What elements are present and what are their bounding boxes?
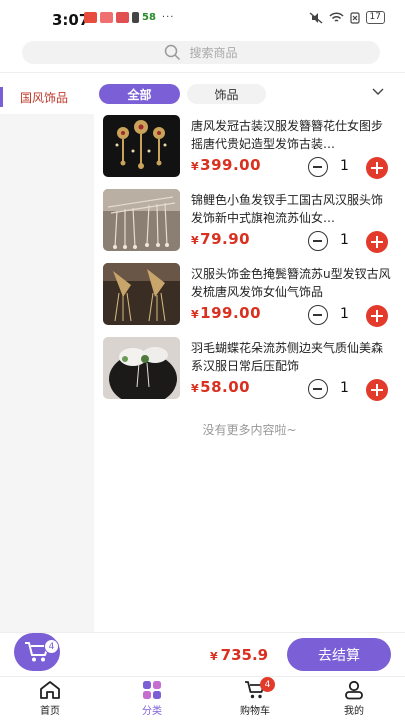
search-bar[interactable]: 搜索商品 (22, 41, 380, 64)
mute-icon (309, 11, 322, 24)
sidebar-item-label: 国风饰品 (20, 90, 69, 105)
tab-label: 首页 (40, 706, 60, 717)
product-title[interactable]: 汉服头饰金色掩鬓簪流苏u型发钗古风发梳唐风发饰女仙气饰品 (191, 265, 393, 301)
wifi-icon (329, 11, 344, 22)
cart-summary-bar: 4 ¥735.9 去结算 (0, 632, 405, 676)
profile-icon (345, 680, 363, 700)
bottom-tab-bar: 首页 分类 4 购物车 我的 (0, 676, 405, 720)
increase-quantity-button[interactable] (366, 157, 388, 179)
quantity-value: 1 (340, 158, 349, 174)
sidebar-item-guofeng[interactable]: 国风饰品 (0, 80, 94, 114)
divider (0, 72, 405, 73)
product-image[interactable] (103, 115, 180, 177)
price-value: 58.00 (200, 378, 251, 396)
product-price: ¥399.00 (191, 156, 261, 174)
product-image[interactable] (103, 189, 180, 251)
x-signal-icon (349, 11, 360, 24)
currency-symbol: ¥ (191, 382, 200, 395)
app-notification-icon (100, 12, 113, 23)
status-notification-icons: 58 ··· (84, 12, 174, 23)
cart-badge: 4 (260, 677, 275, 692)
search-icon (165, 44, 181, 61)
tab-label: 购物车 (240, 706, 270, 717)
tab-label: 我的 (344, 706, 364, 717)
product-title[interactable]: 羽毛蝴蝶花朵流苏侧边夹气质仙美森系汉服日常后压配饰 (191, 339, 393, 375)
currency-symbol: ¥ (210, 650, 218, 663)
category-sidebar: 国风饰品 (0, 80, 94, 632)
currency-symbol: ¥ (191, 234, 200, 247)
product-price: ¥199.00 (191, 304, 261, 322)
battery-indicator: 17 (365, 11, 385, 24)
search-placeholder: 搜索商品 (189, 46, 238, 60)
product-item[interactable]: 唐风发冠古装汉服发簪簪花仕女图步摇唐代贵妃造型发饰古装… ¥399.00 1 (94, 110, 405, 184)
filter-chip-all[interactable]: 全部 (99, 84, 180, 104)
quantity-value: 1 (340, 232, 349, 248)
increase-quantity-button[interactable] (366, 379, 388, 401)
home-icon (40, 681, 60, 699)
app-notification-icon (116, 12, 129, 23)
alert-icon (132, 12, 139, 23)
product-item[interactable]: 汉服头饰金色掩鬓簪流苏u型发钗古风发梳唐风发饰女仙气饰品 ¥199.00 1 (94, 258, 405, 332)
filter-chip-accessories[interactable]: 饰品 (187, 84, 266, 104)
decrease-quantity-button[interactable] (308, 231, 328, 251)
increase-quantity-button[interactable] (366, 231, 388, 253)
category-icon (143, 681, 161, 699)
tab-label: 分类 (142, 706, 162, 717)
chevron-down-icon[interactable] (372, 88, 384, 96)
tab-profile[interactable]: 我的 (324, 680, 384, 717)
app-notification-icon (84, 12, 97, 23)
product-title[interactable]: 锦鲤色小鱼发钗手工国古风汉服头饰发饰新中式旗袍流苏仙女… (191, 191, 393, 227)
status-system-icons: 17 (309, 11, 385, 24)
decrease-quantity-button[interactable] (308, 305, 328, 325)
checkout-button[interactable]: 去结算 (287, 638, 391, 671)
decrease-quantity-button[interactable] (308, 157, 328, 177)
product-item[interactable]: 羽毛蝴蝶花朵流苏侧边夹气质仙美森系汉服日常后压配饰 ¥58.00 1 (94, 332, 405, 406)
product-title[interactable]: 唐风发冠古装汉服发簪簪花仕女图步摇唐代贵妃造型发饰古装… (191, 117, 393, 153)
currency-symbol: ¥ (191, 308, 200, 321)
product-image[interactable] (103, 263, 180, 325)
decrease-quantity-button[interactable] (308, 379, 328, 399)
quantity-value: 1 (340, 306, 349, 322)
app-58-icon: 58 (142, 12, 156, 23)
no-more-content-text: 没有更多内容啦~ (202, 423, 297, 437)
product-item[interactable]: 锦鲤色小鱼发钗手工国古风汉服头饰发饰新中式旗袍流苏仙女… ¥79.90 1 (94, 184, 405, 258)
product-image[interactable] (103, 337, 180, 399)
product-price: ¥79.90 (191, 230, 250, 248)
increase-quantity-button[interactable] (366, 305, 388, 327)
active-indicator (0, 87, 3, 107)
tab-category[interactable]: 分类 (122, 680, 182, 717)
more-notifications-icon: ··· (161, 12, 175, 23)
tab-cart[interactable]: 4 购物车 (225, 677, 285, 717)
price-value: 79.90 (200, 230, 251, 248)
status-bar: 3:07 58 ··· 17 (0, 0, 405, 36)
currency-symbol: ¥ (191, 160, 200, 173)
quantity-value: 1 (340, 380, 349, 396)
product-price: ¥58.00 (191, 378, 250, 396)
price-value: 199.00 (200, 304, 262, 322)
price-value: 399.00 (200, 156, 262, 174)
tab-home[interactable]: 首页 (20, 680, 80, 717)
cart-total: ¥735.9 (210, 646, 268, 664)
total-value: 735.9 (220, 646, 269, 664)
cart-count-badge: 4 (44, 639, 59, 654)
